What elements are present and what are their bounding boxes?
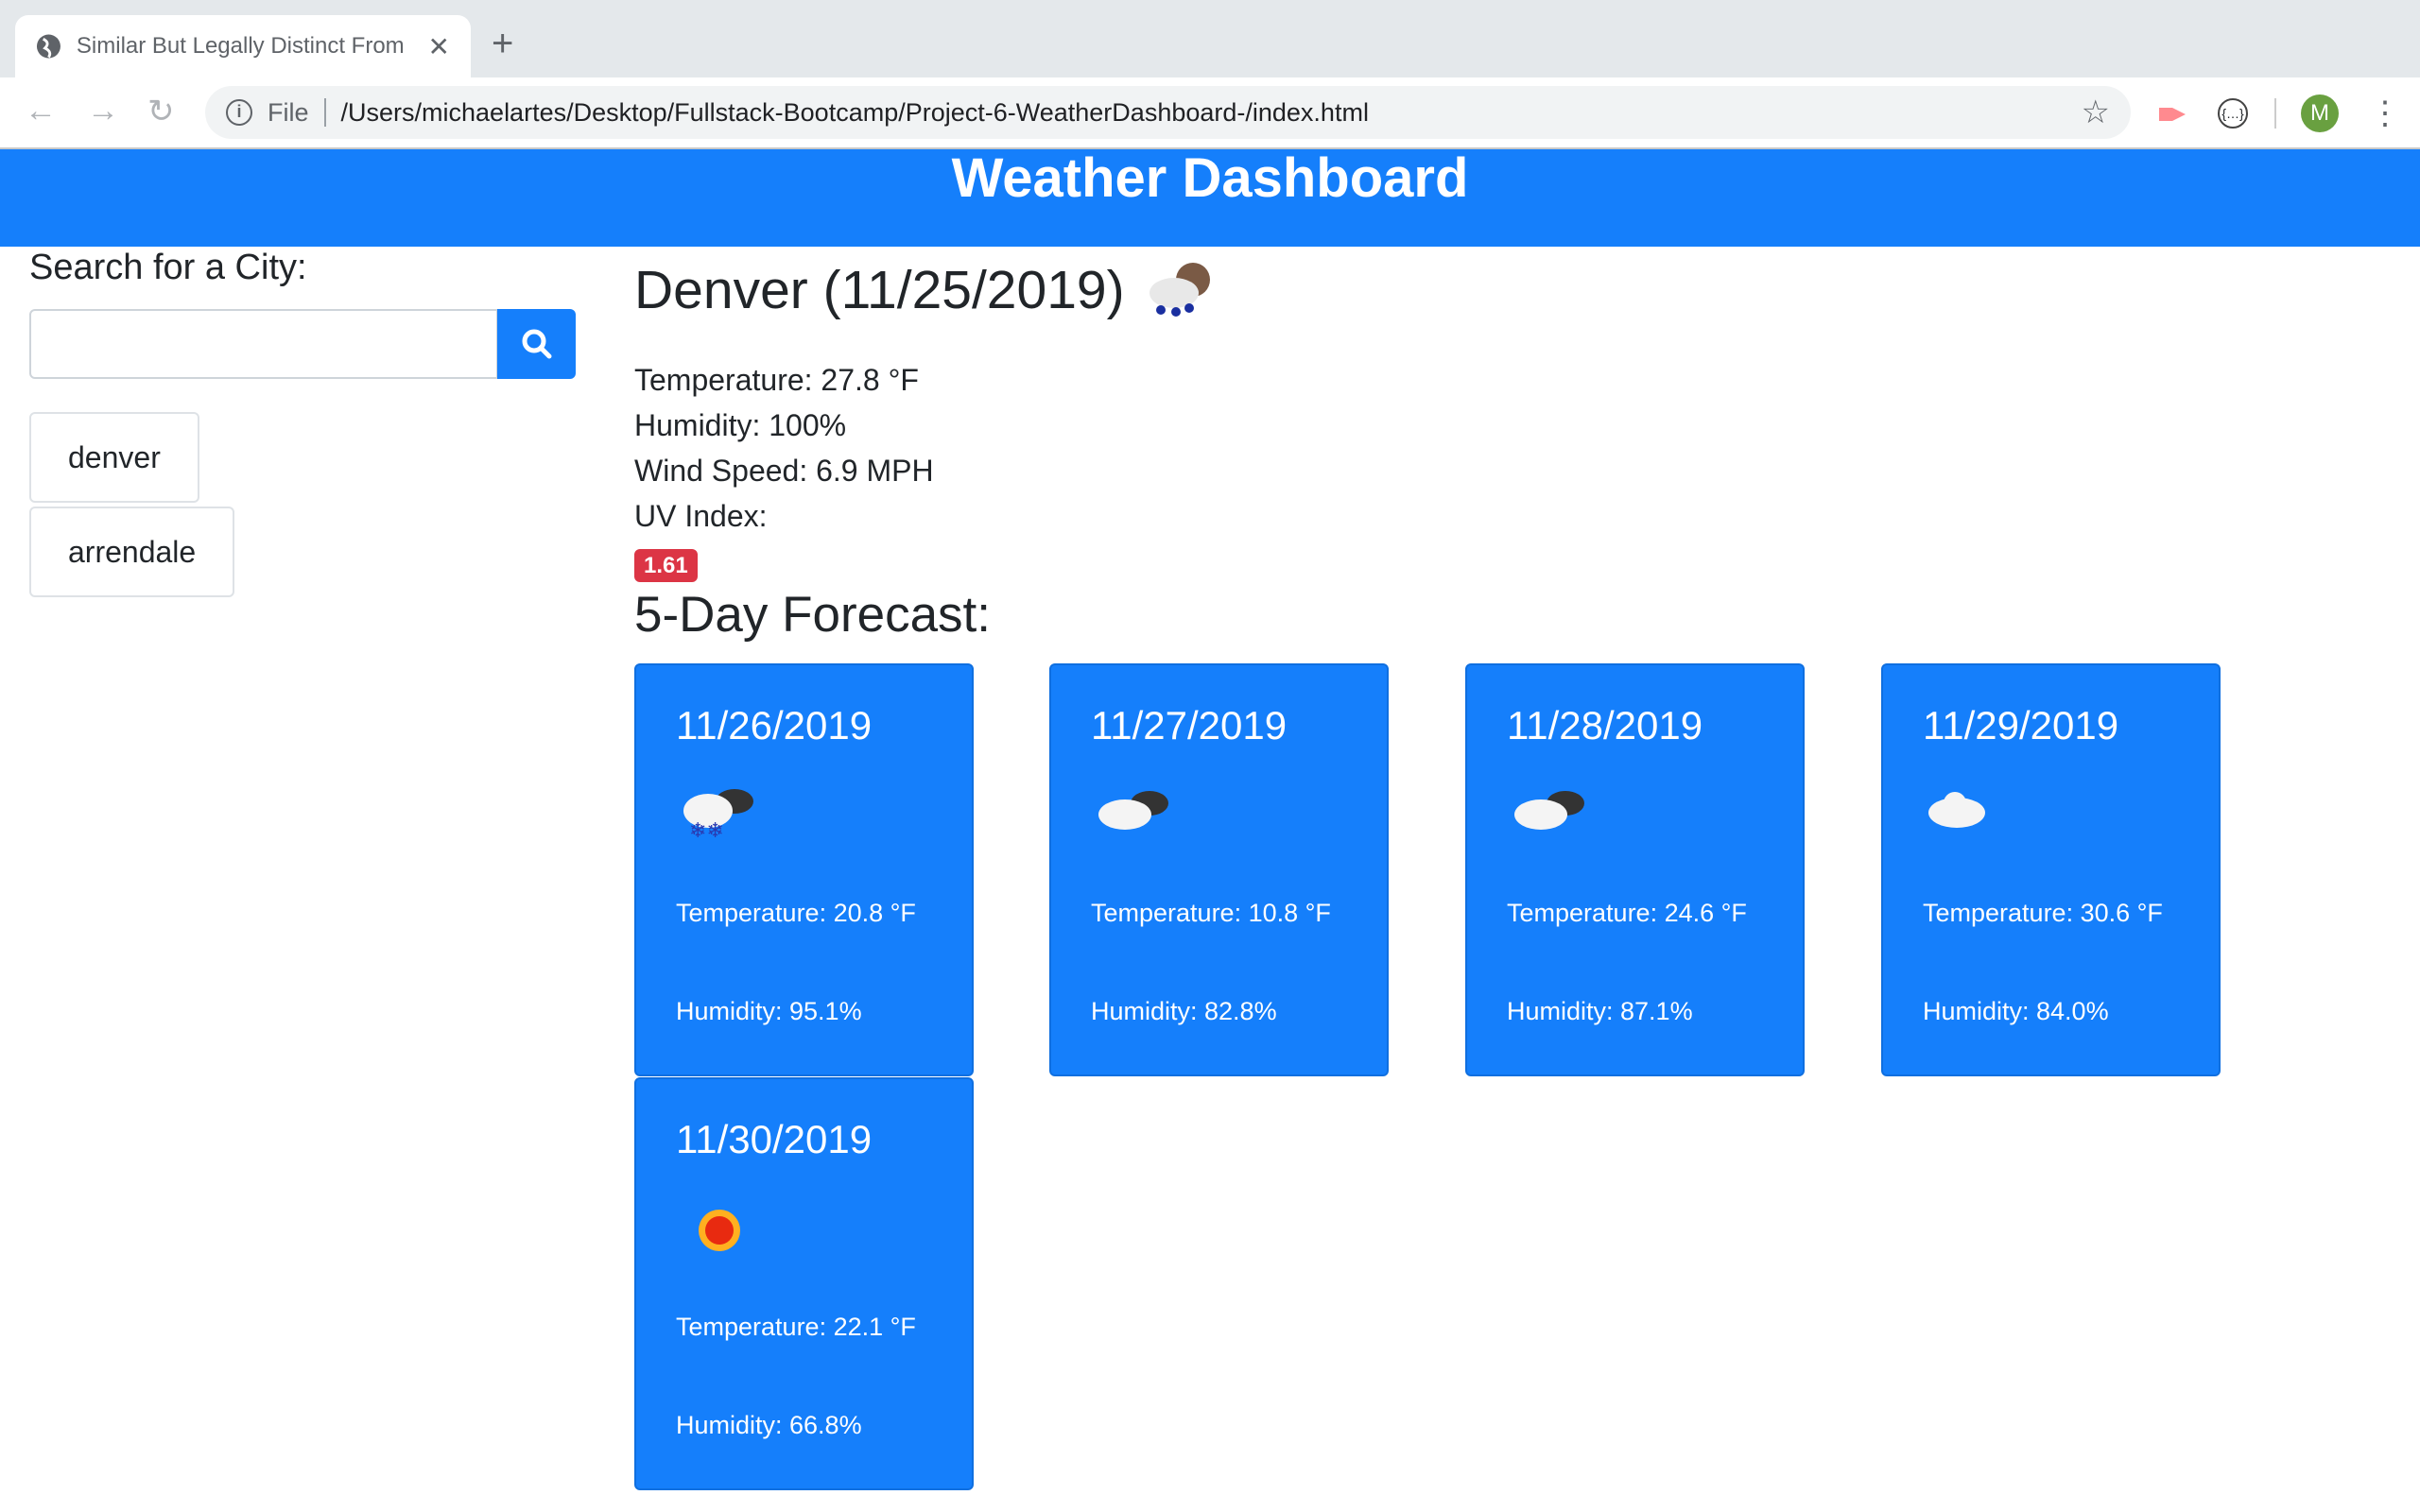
cloud-icon <box>1928 792 1985 828</box>
broken-clouds-icon <box>1514 791 1584 830</box>
globe-icon <box>36 34 60 59</box>
extension-icon[interactable] <box>2157 100 2189 129</box>
city-search-input[interactable] <box>29 309 498 379</box>
forecast-humidity: Humidity: 82.8% <box>1091 997 1277 1025</box>
new-tab-button[interactable]: + <box>492 23 513 65</box>
current-wind-speed: Wind Speed: 6.9 MPH <box>634 454 934 488</box>
forward-icon[interactable]: → <box>87 93 119 129</box>
forecast-temperature: Temperature: 20.8 °F <box>676 899 916 927</box>
history-city-button[interactable]: denver <box>29 412 199 503</box>
page-header: Weather Dashboard <box>0 149 2420 247</box>
profile-avatar[interactable]: M <box>2301 94 2339 132</box>
search-icon <box>522 329 551 359</box>
forecast-card: 11/28/2019 Temperature: 24.6 °F Humidity… <box>1465 663 1805 1076</box>
forecast-humidity: Humidity: 95.1% <box>676 997 862 1025</box>
info-icon[interactable]: i <box>226 99 252 126</box>
current-temperature: Temperature: 27.8 °F <box>634 363 919 397</box>
forecast-humidity: Humidity: 87.1% <box>1507 997 1693 1025</box>
close-tab-icon[interactable]: ✕ <box>428 31 450 62</box>
svg-text:❄❄: ❄❄ <box>689 818 724 842</box>
current-humidity: Humidity: 100% <box>634 408 847 442</box>
forecast-temperature: Temperature: 22.1 °F <box>676 1313 916 1341</box>
sun-icon <box>699 1210 740 1251</box>
forecast-date: 11/29/2019 <box>1923 703 2119 747</box>
snow-cloud-icon: ❄❄ <box>683 789 753 842</box>
tab-title: Similar But Legally Distinct From <box>76 33 405 59</box>
page-title: Weather Dashboard <box>951 147 1469 209</box>
menu-kebab-icon[interactable]: ⋮ <box>2369 94 2401 132</box>
url-text[interactable]: /Users/michaelartes/Desktop/Fullstack-Bo… <box>341 98 1369 128</box>
forecast-card: 11/26/2019 ❄❄ Temperature: 20.8 °F Humid… <box>634 663 974 1076</box>
city-date-heading: Denver (11/25/2019) <box>634 260 1125 320</box>
history-city-button[interactable]: arrendale <box>29 507 235 597</box>
reload-icon[interactable]: ↻ <box>147 93 175 130</box>
json-viewer-extension-icon[interactable]: {…} <box>2218 98 2248 129</box>
url-separator <box>323 98 326 127</box>
browser-tab[interactable]: Similar But Legally Distinct From ✕ <box>15 15 471 77</box>
bookmark-star-icon[interactable]: ☆ <box>2082 94 2110 131</box>
back-icon[interactable]: ← <box>25 93 57 129</box>
forecast-card: 11/30/2019 Temperature: 22.1 °F Humidity… <box>634 1077 974 1490</box>
forecast-temperature: Temperature: 24.6 °F <box>1507 899 1747 927</box>
toolbar-divider <box>2274 98 2276 129</box>
current-weather-title: Denver (11/25/2019) <box>634 257 1216 323</box>
address-bar[interactable]: i File /Users/michaelartes/Desktop/Fulls… <box>205 86 2131 139</box>
forecast-date: 11/26/2019 <box>676 703 873 747</box>
search-button[interactable] <box>497 309 576 379</box>
uv-index-label: UV Index: <box>634 499 768 533</box>
forecast-date: 11/30/2019 <box>676 1117 873 1161</box>
forecast-date: 11/27/2019 <box>1091 703 1288 747</box>
forecast-heading: 5-Day Forecast: <box>634 587 992 643</box>
forecast-humidity: Humidity: 84.0% <box>1923 997 2109 1025</box>
uv-index-badge: 1.61 <box>634 549 698 582</box>
forecast-humidity: Humidity: 66.8% <box>676 1411 862 1439</box>
broken-clouds-icon <box>1098 791 1168 830</box>
forecast-temperature: Temperature: 10.8 °F <box>1091 899 1331 927</box>
forecast-temperature: Temperature: 30.6 °F <box>1923 899 2163 927</box>
url-scheme: File <box>268 97 309 127</box>
rain-cloud-icon <box>1149 263 1210 317</box>
forecast-card: 11/27/2019 Temperature: 10.8 °F Humidity… <box>1049 663 1389 1076</box>
forecast-card: 11/29/2019 Temperature: 30.6 °F Humidity… <box>1881 663 2221 1076</box>
search-label: Search for a City: <box>29 248 307 287</box>
forecast-date: 11/28/2019 <box>1507 703 1703 747</box>
